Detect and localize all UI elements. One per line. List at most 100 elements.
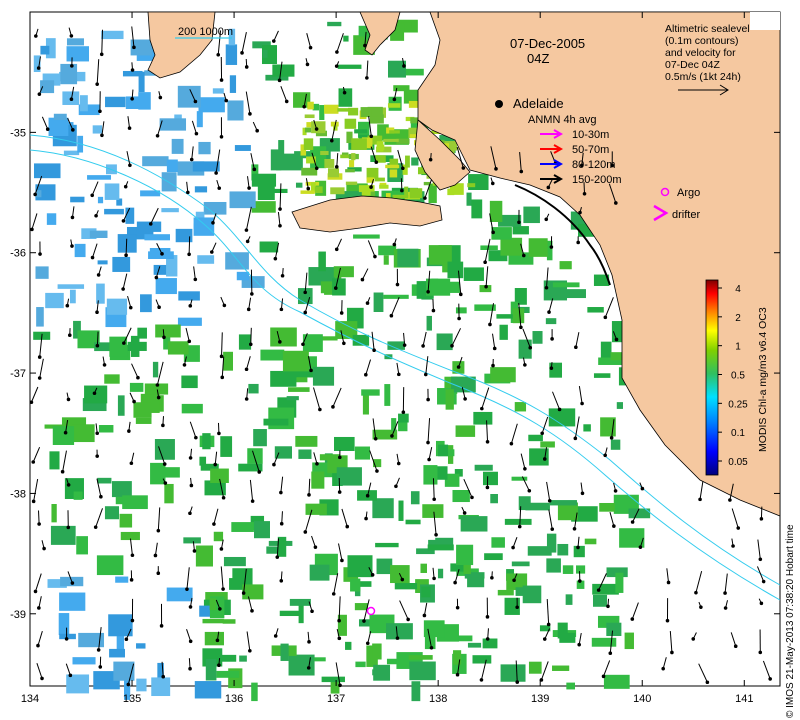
chl-patch: [66, 674, 90, 694]
y-tick-label: -38: [10, 488, 26, 500]
velocity-arrow-tip: [542, 457, 547, 461]
chl-patch: [320, 150, 329, 156]
chl-patch: [210, 468, 229, 483]
colorbar-tick-label: 0.05: [728, 457, 748, 468]
chl-patch: [480, 245, 498, 251]
chl-patch: [140, 294, 152, 313]
chl-patch: [104, 506, 120, 520]
chl-patch: [473, 411, 493, 425]
velocity-arrow-tip: [185, 587, 189, 591]
velocity-arrow-tip: [549, 245, 554, 249]
velocity-arrow-tip: [306, 666, 311, 670]
argo-legend-label: Argo: [677, 187, 700, 199]
chl-patch: [392, 194, 409, 199]
chl-patch: [106, 298, 128, 315]
velocity-arrow-tip: [211, 220, 215, 225]
chl-patch: [497, 589, 514, 596]
velocity-arrow-tip: [402, 343, 407, 347]
chl-patch: [97, 260, 108, 265]
chl-patch: [398, 500, 404, 521]
velocity-arrow-tip: [397, 372, 401, 377]
velocity-arrow-tip: [557, 407, 562, 412]
velocity-arrow-tip: [214, 171, 218, 175]
chl-patch: [423, 465, 438, 485]
chl-patch: [566, 682, 575, 690]
chl-patch: [60, 63, 78, 85]
chl-patch: [528, 434, 543, 442]
chl-patch: [104, 208, 124, 215]
chl-patch: [96, 555, 124, 576]
velocity-arrow-tip: [248, 112, 252, 116]
chl-patch: [557, 543, 569, 556]
legend-label: 80-120m: [572, 159, 615, 171]
velocity-arrow-tip: [160, 252, 164, 256]
velocity-arrow-tip: [614, 337, 619, 342]
velocity-arrow-tip: [630, 617, 635, 621]
velocity-arrow-tip: [255, 128, 259, 133]
velocity-arrow-tip: [580, 491, 585, 496]
date-line2: 04Z: [527, 51, 549, 66]
chl-patch: [177, 85, 201, 108]
chl-patch: [183, 537, 201, 544]
velocity-arrow-tip: [422, 613, 427, 618]
velocity-arrow-tip: [279, 579, 284, 583]
velocity-arrow-tip: [132, 399, 136, 404]
chl-patch: [372, 643, 382, 660]
chl-patch: [301, 167, 318, 176]
velocity-arrow-tip: [576, 240, 580, 245]
velocity-arrow-tip: [68, 673, 73, 678]
velocity-arrow-tip: [148, 222, 153, 226]
velocity-arrow-tip: [213, 462, 218, 467]
chl-patch: [45, 292, 64, 309]
velocity-arrow-tip: [517, 524, 522, 529]
velocity-arrow-tip: [519, 169, 524, 174]
velocity-arrow-tip: [423, 372, 428, 377]
velocity-arrow-tip: [362, 619, 366, 623]
chl-patch: [166, 587, 193, 602]
velocity-arrow-tip: [273, 256, 278, 261]
velocity-arrow-tip: [546, 622, 551, 627]
chl-patch: [318, 251, 326, 272]
chl-patch: [216, 670, 240, 678]
chl-patch: [136, 643, 146, 649]
chl-patch: [135, 417, 152, 424]
chl-patch: [472, 655, 492, 664]
velocity-arrow-tip: [406, 617, 410, 622]
velocity-arrow-tip: [609, 436, 614, 440]
chl-patch: [280, 643, 289, 661]
chl-patch: [209, 598, 217, 611]
chl-patch: [288, 387, 310, 392]
x-tick-label: 135: [123, 693, 141, 705]
velocity-arrow-tip: [400, 188, 404, 193]
chl-patch: [96, 283, 105, 304]
chl-patch: [142, 156, 169, 167]
velocity-arrow-tip: [334, 165, 339, 169]
velocity-arrow-tip: [369, 185, 373, 189]
velocity-arrow-tip: [519, 325, 523, 330]
velocity-arrow-tip: [542, 637, 547, 641]
velocity-arrow-tip: [339, 311, 344, 315]
velocity-arrow-tip: [123, 184, 128, 189]
chl-patch: [192, 161, 220, 172]
chl-patch: [304, 114, 315, 119]
chl-patch: [227, 100, 244, 121]
colorbar-tick-label: 1: [735, 342, 741, 353]
velocity-arrow-tip: [550, 527, 555, 531]
velocity-arrow-tip: [67, 333, 72, 338]
velocity-arrow-tip: [614, 201, 618, 205]
velocity-arrow-tip: [483, 260, 487, 265]
velocity-arrow-tip: [394, 484, 398, 489]
chl-patch: [282, 350, 309, 372]
chl-patch: [528, 661, 542, 674]
chl-patch: [389, 130, 400, 134]
chl-patch: [117, 395, 125, 416]
chl-patch: [50, 525, 76, 545]
chl-patch: [194, 186, 208, 193]
chl-patch: [345, 181, 358, 185]
chl-patch: [345, 641, 352, 650]
velocity-arrow-tip: [340, 558, 344, 563]
velocity-arrow-tip: [601, 674, 606, 679]
chl-patch: [312, 366, 335, 386]
velocity-arrow-tip: [70, 215, 75, 220]
chl-patch: [74, 243, 86, 258]
